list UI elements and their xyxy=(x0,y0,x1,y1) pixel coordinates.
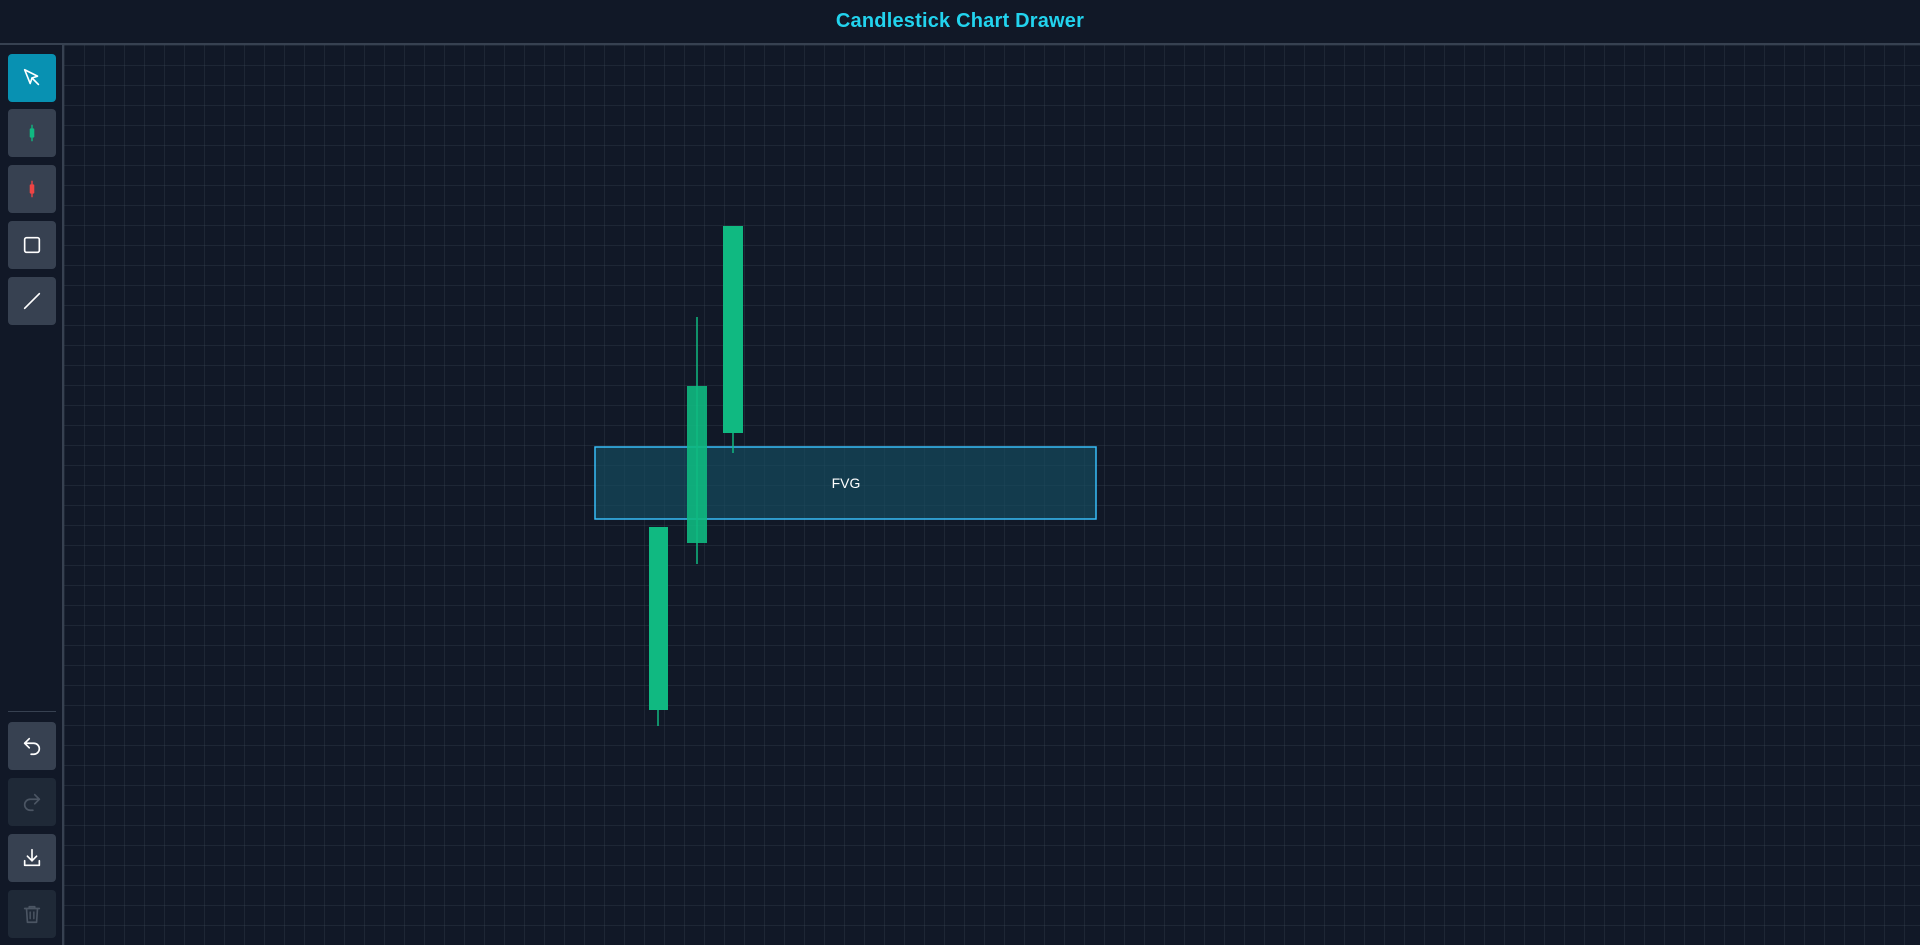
candlestick[interactable] xyxy=(649,527,668,726)
sidebar-divider xyxy=(8,711,56,712)
undo-button[interactable] xyxy=(8,722,56,770)
drawing-layer: FVG xyxy=(594,226,1097,726)
undo-icon xyxy=(23,737,41,756)
app-header: Candlestick Chart Drawer xyxy=(0,0,1920,45)
bullish-candle-tool-button[interactable] xyxy=(8,109,56,157)
clear-button[interactable] xyxy=(8,890,56,938)
rectangle-icon xyxy=(23,236,41,254)
tool-sidebar xyxy=(0,45,64,945)
candlestick[interactable] xyxy=(723,226,743,453)
drawing-canvas[interactable]: FVG xyxy=(64,45,1920,945)
candle-body xyxy=(687,386,707,543)
download-button[interactable] xyxy=(8,834,56,882)
zone-label: FVG xyxy=(832,475,861,491)
candle-body xyxy=(649,527,668,710)
app-title: Candlestick Chart Drawer xyxy=(835,10,1085,32)
redo-button[interactable] xyxy=(8,778,56,826)
bearish-candle-tool-button[interactable] xyxy=(8,165,56,213)
line-tool-button[interactable] xyxy=(8,277,56,325)
candle-body xyxy=(723,226,743,433)
line-icon xyxy=(23,292,41,310)
bearish-candle-icon xyxy=(29,180,35,198)
bullish-candle-icon xyxy=(29,124,35,142)
candlestick[interactable] xyxy=(687,317,707,564)
trash-icon xyxy=(23,905,41,924)
cursor-arrow-icon xyxy=(23,68,40,86)
rectangle-tool-button[interactable] xyxy=(8,221,56,269)
download-icon xyxy=(23,848,41,867)
select-tool-button[interactable] xyxy=(8,54,56,102)
redo-icon xyxy=(23,793,41,812)
